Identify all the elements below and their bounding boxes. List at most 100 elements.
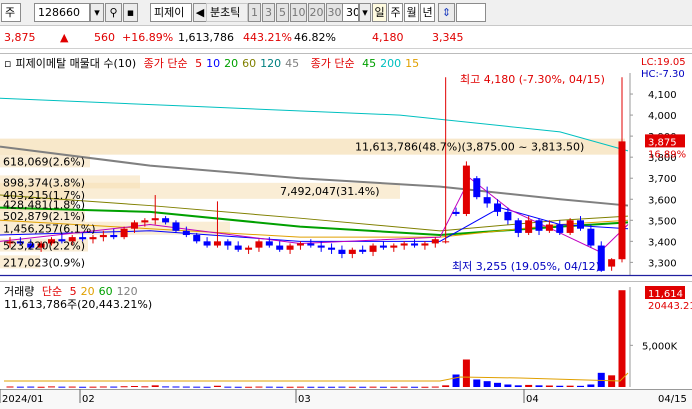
stock-code-input[interactable]: 128660 (34, 3, 90, 22)
x-axis-label: 04/15 (658, 394, 687, 405)
volume-current-pct-tag: 20443.21% (648, 301, 692, 312)
volume-bar (182, 386, 190, 388)
vp-checkbox-icon[interactable]: ▫ (4, 57, 11, 70)
volume-bar (577, 385, 585, 387)
y-tick-label: 4,000 (648, 111, 677, 122)
candle-body (276, 245, 284, 250)
x-axis-bg (0, 389, 692, 409)
volume-bar (151, 385, 159, 387)
period-button-월[interactable]: 월 (404, 3, 419, 22)
volume-bar (504, 384, 512, 387)
price-change-pct: +16.89% (122, 31, 174, 44)
legend-ma-periods: 5 10 20 60 120 45 (195, 57, 303, 70)
vp-label: 502,879(2.1%) (3, 210, 85, 223)
price-legend: ▫ 피제이메탈 매물대 수(10) 종가 단순 5 10 20 60 120 45 종가 단… (4, 55, 427, 71)
period-button-년[interactable]: 년 (420, 3, 435, 22)
volume-bar (535, 385, 543, 387)
current-price: 3,875 (4, 31, 36, 44)
volume-bar (421, 386, 429, 388)
volume-bar (494, 382, 502, 387)
volume-bar (442, 385, 450, 387)
search-button[interactable]: ⚲ (105, 3, 122, 22)
period-button-일[interactable]: 일 (372, 3, 387, 22)
volume-bar (338, 386, 346, 388)
legend-ma2-45[interactable]: 45 (362, 57, 376, 70)
interval-selected[interactable]: 30 (342, 3, 359, 22)
vertical-toggle-button[interactable]: ⇕ (438, 3, 455, 22)
volume-bar (286, 386, 294, 388)
prev-button[interactable]: ◀ (193, 3, 207, 22)
hc-label: HC:-7.30 (641, 69, 685, 80)
legend-ma-5[interactable]: 5 (195, 57, 202, 70)
legend-ma-120[interactable]: 120 (260, 57, 281, 70)
volume-bar (255, 386, 263, 388)
candle-body (286, 245, 294, 250)
volume-bar (203, 386, 211, 388)
price-chart-panel[interactable]: 4,1004,0003,9003,8003,7003,6003,5003,400… (0, 53, 692, 278)
legend-volume-profile: 피제이메탈 매물대 수(10) (15, 57, 137, 70)
y-tick-label: 4,100 (648, 90, 677, 101)
volume-chart-panel[interactable]: 5,000K11,61420443.21% 거래량 단순 52060120 11… (0, 281, 692, 389)
chart-type-select[interactable]: 주 (1, 3, 21, 22)
volume-bar (58, 386, 66, 388)
volume-bar (162, 386, 170, 388)
stock-code-value: 128660 (38, 6, 80, 19)
candle-body (307, 243, 315, 246)
y-tick-label: 3,700 (648, 174, 677, 185)
interval-button-10[interactable]: 10 (290, 3, 307, 22)
vp-label: 217,023(0.9%) (3, 256, 85, 269)
volume-bar (120, 386, 128, 388)
candle-body (379, 245, 387, 248)
volume-bar (141, 386, 149, 388)
code-dropdown-button[interactable]: ▾ (90, 3, 104, 22)
candle-body (473, 178, 481, 198)
volume-bar (68, 386, 76, 388)
volume-bar (359, 386, 367, 388)
interval-button-5[interactable]: 5 (276, 3, 289, 22)
candle-body (556, 224, 564, 233)
legend-ma2-200[interactable]: 200 (380, 57, 401, 70)
vp-top-label: 11,613,786(48.7%)(3,875.00 ~ 3,813.50) (355, 141, 584, 154)
x-axis-label: 03 (298, 394, 311, 405)
candle-body (618, 141, 626, 260)
interval-type-label[interactable]: 분초틱 (206, 3, 248, 22)
interval-button-3[interactable]: 3 (262, 3, 275, 22)
legend-ma-20[interactable]: 20 (224, 57, 238, 70)
legend-ma2-15[interactable]: 15 (405, 57, 419, 70)
volume-bar (224, 386, 232, 388)
interval-button-30[interactable]: 30 (326, 3, 343, 22)
volume-bar (545, 385, 553, 387)
legend-ma-label: 종가 단순 (143, 57, 188, 70)
price-summary-bar: 3,875 ▲ 560 +16.89% 1,613,786 443.21% 46… (0, 27, 692, 49)
candle-body (369, 245, 377, 252)
candle-body (608, 259, 616, 267)
legend-ma-10[interactable]: 10 (206, 57, 220, 70)
price-chart[interactable]: 4,1004,0003,9003,8003,7003,6003,5003,400… (0, 53, 692, 278)
volume-bar (514, 385, 522, 387)
candle-body (203, 241, 211, 246)
candle-body (110, 235, 118, 238)
volume-bar (47, 386, 55, 388)
candle-body (566, 220, 574, 233)
lookup-button[interactable]: ▪ (123, 3, 138, 22)
volume-bar (307, 386, 315, 388)
y-tick-label: 3,600 (648, 195, 677, 206)
x-axis-label: 04 (526, 394, 539, 405)
volume-bar (265, 386, 273, 388)
volume-bar (369, 386, 377, 388)
x-axis: 2024/01 02 03 04 04/15 (0, 389, 692, 409)
interval-button-1[interactable]: 1 (248, 3, 261, 22)
current-price-tag: 3,875 (648, 137, 677, 148)
legend-ma-45[interactable]: 45 (285, 57, 299, 70)
price-change: 560 (94, 31, 115, 44)
y-tick-label: 3,400 (648, 237, 677, 248)
extra-input[interactable] (456, 3, 486, 22)
volume-bar (213, 385, 221, 387)
interval-dropdown-button[interactable]: ▾ (359, 3, 371, 22)
chart-type-label: 주 (5, 6, 16, 19)
candle-body (172, 222, 180, 231)
interval-button-20[interactable]: 20 (308, 3, 325, 22)
vp-center-label: 7,492,047(31.4%) (280, 185, 380, 198)
legend-ma-60[interactable]: 60 (242, 57, 256, 70)
period-button-주[interactable]: 주 (388, 3, 403, 22)
